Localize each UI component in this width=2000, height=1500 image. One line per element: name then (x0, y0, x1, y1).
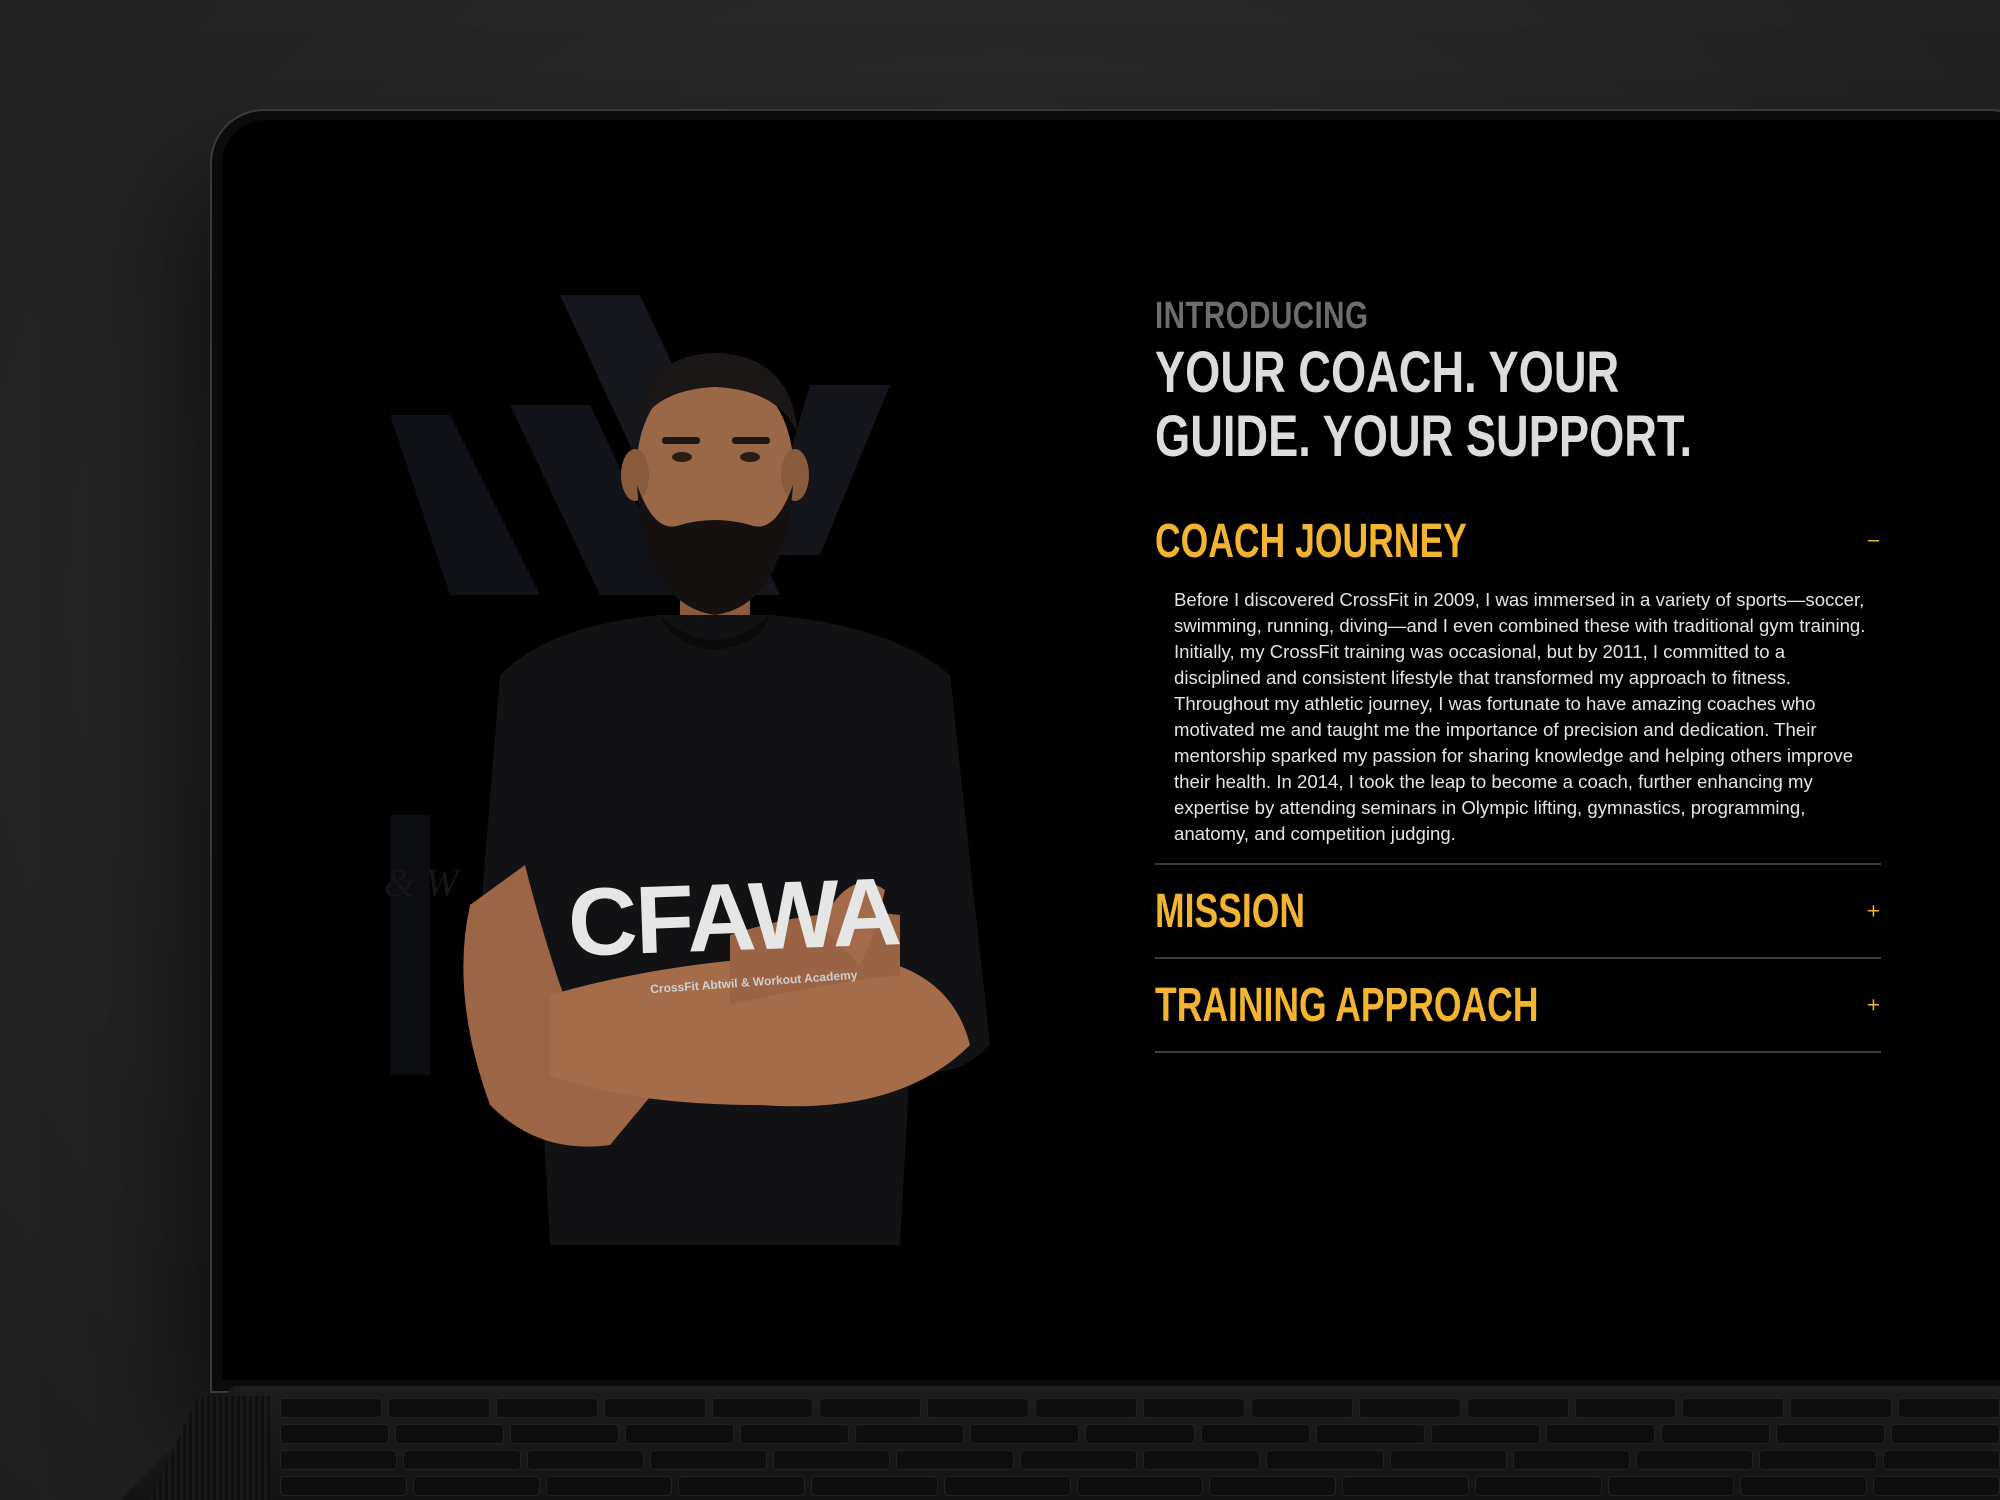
journey-paragraph-2: Throughout my athletic journey, I was fo… (1174, 693, 1854, 844)
coach-accordion: COACH JOURNEY − Before I discovered Cros… (1155, 495, 1881, 1053)
accordion-title: COACH JOURNEY (1155, 514, 1467, 568)
journey-paragraph-1: Before I discovered CrossFit in 2009, I … (1174, 589, 1866, 688)
mockup-scene: & W CFAWA CrossFit Abtwil & Workout Acad… (0, 0, 2000, 1500)
laptop-screen: & W CFAWA CrossFit Abtwil & Workout Acad… (222, 120, 2000, 1380)
section-headline: YOUR COACH. YOUR GUIDE. YOUR SUPPORT. (1155, 340, 1693, 469)
accordion-item-mission: MISSION + (1155, 865, 1881, 959)
coach-figure (463, 353, 990, 1245)
accordion-header-coach-journey[interactable]: COACH JOURNEY − (1155, 495, 1881, 587)
accordion-header-training-approach[interactable]: TRAINING APPROACH + (1155, 959, 1881, 1051)
expand-icon[interactable]: + (1866, 995, 1881, 1016)
expand-icon[interactable]: + (1866, 901, 1881, 922)
accordion-body-coach-journey: Before I discovered CrossFit in 2009, I … (1155, 587, 1881, 863)
accordion-item-coach-journey: COACH JOURNEY − Before I discovered Cros… (1155, 495, 1881, 865)
laptop-keyboard (280, 1398, 2000, 1500)
accordion-header-mission[interactable]: MISSION + (1155, 865, 1881, 957)
accordion-title: TRAINING APPROACH (1155, 978, 1539, 1032)
coach-photo: & W CFAWA CrossFit Abtwil & Workout Acad… (384, 295, 1070, 1275)
collapse-icon[interactable]: − (1866, 531, 1881, 552)
accordion-item-training-approach: TRAINING APPROACH + (1155, 959, 1881, 1053)
accordion-title: MISSION (1155, 884, 1305, 938)
speaker-grille (150, 1396, 270, 1500)
section-kicker: INTRODUCING (1155, 295, 1369, 337)
coach-intro-section: INTRODUCING YOUR COACH. YOUR GUIDE. YOUR… (1155, 295, 1881, 1053)
shirt-logo: CFAWA (566, 858, 902, 977)
